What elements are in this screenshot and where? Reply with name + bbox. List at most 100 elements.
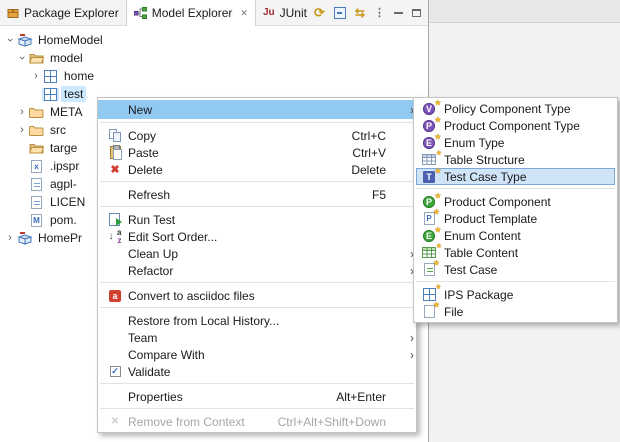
chevron-right-icon[interactable]: ›	[4, 232, 16, 244]
menu-separator	[100, 282, 414, 283]
submenu-item-test-case[interactable]: Test Case	[416, 261, 615, 278]
menu-item-run-test[interactable]: Run Test	[98, 211, 416, 228]
tree-item-homemodel[interactable]: › HomeModel	[0, 31, 428, 49]
menu-separator	[416, 281, 615, 282]
submenu-item-product-template[interactable]: P Product Template	[416, 210, 615, 227]
menu-item-delete[interactable]: ✖ Delete Delete	[98, 161, 416, 178]
test-case-icon	[420, 263, 438, 276]
submenu-item-table-structure[interactable]: Table Structure	[416, 151, 615, 168]
ips-project-icon	[16, 232, 33, 245]
menu-item-remove-from-context[interactable]: ✕ Remove from Context Ctrl+Alt+Shift+Dow…	[98, 413, 416, 430]
delete-icon: ✖	[102, 163, 128, 176]
table-structure-icon	[420, 154, 438, 165]
tree-item-label: LICEN	[47, 194, 88, 210]
enum-type-icon: E	[420, 137, 438, 149]
folder-icon	[28, 106, 45, 118]
new-submenu: V Policy Component Type P Product Compon…	[413, 97, 618, 323]
junit-icon: Ju	[263, 7, 275, 18]
submenu-item-enum-content[interactable]: E Enum Content	[416, 227, 615, 244]
file-new-icon	[420, 305, 438, 318]
collapse-all-icon[interactable]	[334, 7, 346, 19]
maximize-icon[interactable]	[412, 9, 421, 17]
menu-item-restore-history[interactable]: Restore from Local History...	[98, 312, 416, 329]
table-content-icon	[420, 247, 438, 258]
paste-icon	[102, 146, 128, 159]
menu-item-new[interactable]: New ›	[98, 100, 416, 119]
submenu-item-test-case-type[interactable]: T Test Case Type	[416, 168, 615, 185]
editor-tab-strip	[429, 0, 620, 23]
chevron-down-icon[interactable]: ›	[16, 52, 28, 64]
tree-item-label: src	[47, 122, 69, 138]
menu-item-convert-asciidoc[interactable]: a Convert to asciidoc files	[98, 287, 416, 304]
menu-item-clean-up[interactable]: Clean Up ›	[98, 245, 416, 262]
product-component-icon: P	[420, 196, 438, 208]
tab-package-explorer[interactable]: Package Explorer	[0, 0, 126, 25]
pom-file-icon: M	[28, 214, 45, 227]
menu-item-edit-sort-order[interactable]: ↓az Edit Sort Order...	[98, 228, 416, 245]
model-explorer-icon	[134, 7, 147, 19]
tab-label: JUnit	[280, 6, 307, 20]
chevron-right-icon[interactable]: ›	[16, 106, 28, 118]
text-file-icon	[28, 178, 45, 191]
submenu-item-file[interactable]: File	[416, 303, 615, 320]
run-test-icon	[102, 213, 128, 226]
tree-item-label: HomePr	[35, 230, 85, 246]
view-menu-icon[interactable]: ⋮	[374, 6, 385, 19]
view-tabbar: Package Explorer Model Explorer ✕ Ju JUn…	[0, 0, 428, 26]
test-case-type-icon: T	[420, 171, 438, 183]
tree-item-label: agpl-	[47, 176, 80, 192]
refresh-sync-icon[interactable]: ⟳	[314, 5, 325, 21]
policy-component-type-icon: V	[420, 103, 438, 115]
menu-separator	[100, 383, 414, 384]
submenu-arrow-icon: ›	[402, 331, 414, 345]
menu-item-refresh[interactable]: Refresh F5	[98, 186, 416, 203]
menu-separator	[100, 307, 414, 308]
context-menu: New › Copy Ctrl+C Paste Ctrl+V ✖ Delete …	[97, 97, 417, 433]
asciidoc-icon: a	[102, 290, 128, 302]
submenu-item-ips-package[interactable]: IPS Package	[416, 286, 615, 303]
sort-order-icon: ↓az	[102, 230, 128, 244]
tree-item-label: model	[47, 50, 86, 66]
text-file-icon	[28, 196, 45, 209]
submenu-item-table-content[interactable]: Table Content	[416, 244, 615, 261]
tab-label: Model Explorer	[152, 6, 233, 20]
product-template-icon: P	[420, 212, 438, 225]
link-with-editor-icon[interactable]: ⇆	[355, 6, 365, 20]
close-icon[interactable]: ✕	[240, 8, 248, 19]
tab-model-explorer[interactable]: Model Explorer ✕	[126, 0, 256, 26]
chevron-down-icon[interactable]: ›	[4, 34, 16, 46]
package-explorer-icon	[7, 7, 19, 19]
tab-junit[interactable]: Ju JUnit	[256, 0, 314, 25]
copy-icon	[102, 129, 128, 142]
menu-item-properties[interactable]: Properties Alt+Enter	[98, 388, 416, 405]
menu-item-compare-with[interactable]: Compare With ›	[98, 346, 416, 363]
tree-item-model[interactable]: › model	[0, 49, 428, 67]
ips-package-new-icon	[420, 288, 438, 301]
submenu-item-product-component-type[interactable]: P Product Component Type	[416, 117, 615, 134]
menu-item-team[interactable]: Team ›	[98, 329, 416, 346]
view-toolbar: ⟳ ⇆ ⋮	[314, 0, 429, 25]
submenu-item-enum-type[interactable]: E Enum Type	[416, 134, 615, 151]
remove-context-icon: ✕	[102, 416, 128, 427]
submenu-item-policy-component-type[interactable]: V Policy Component Type	[416, 100, 615, 117]
menu-item-copy[interactable]: Copy Ctrl+C	[98, 127, 416, 144]
tree-item-label: pom.	[47, 212, 80, 228]
menu-separator	[100, 408, 414, 409]
open-folder-icon	[28, 142, 45, 154]
menu-item-paste[interactable]: Paste Ctrl+V	[98, 144, 416, 161]
submenu-item-product-component[interactable]: P Product Component	[416, 193, 615, 210]
submenu-arrow-icon: ›	[402, 348, 414, 362]
enum-content-icon: E	[420, 230, 438, 242]
tree-item-home[interactable]: › home	[0, 67, 428, 85]
menu-item-refactor[interactable]: Refactor ›	[98, 262, 416, 279]
ips-project-icon	[16, 34, 33, 47]
chevron-right-icon[interactable]: ›	[30, 70, 42, 82]
open-folder-icon	[28, 52, 45, 64]
chevron-right-icon[interactable]: ›	[16, 124, 28, 136]
minimize-icon[interactable]	[394, 12, 403, 17]
tree-item-label: HomeModel	[35, 32, 106, 48]
tree-item-label: home	[61, 68, 97, 84]
product-component-type-icon: P	[420, 120, 438, 132]
menu-separator	[100, 206, 414, 207]
menu-item-validate[interactable]: ✓ Validate	[98, 363, 416, 380]
